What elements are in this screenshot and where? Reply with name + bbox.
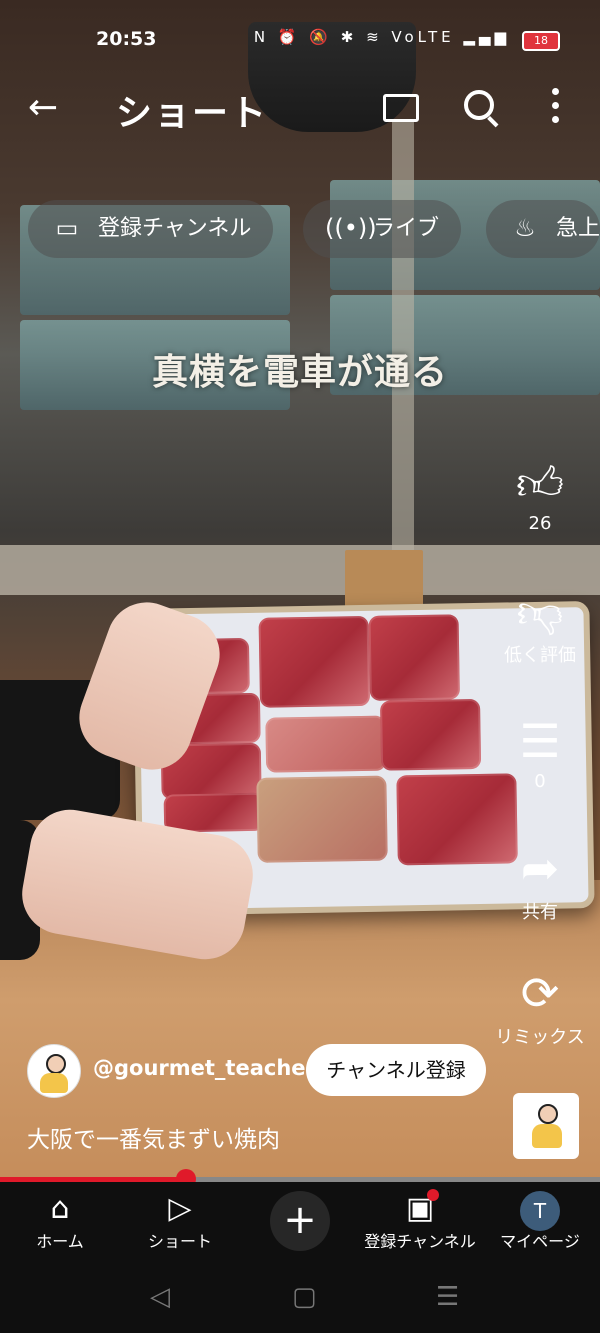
nav-label: マイページ bbox=[500, 1232, 580, 1251]
chip-subscriptions[interactable]: ▭ 登録チャンネル bbox=[28, 200, 274, 258]
channel-avatar[interactable] bbox=[27, 1044, 81, 1098]
thumbs-down-icon: 👎︎ bbox=[516, 584, 564, 638]
dislike-button[interactable]: 👎︎ 低く評価 bbox=[490, 583, 590, 667]
home-icon: ⌂ bbox=[50, 1191, 70, 1226]
comments-button[interactable]: ☰ 0 bbox=[490, 713, 590, 792]
meat-slice bbox=[265, 715, 387, 773]
meat-slice bbox=[379, 698, 482, 771]
subscriptions-icon: ▣ bbox=[405, 1191, 435, 1226]
chip-label: 急上 bbox=[556, 216, 600, 241]
avatar-face bbox=[538, 1104, 558, 1124]
trending-icon: ♨ bbox=[514, 214, 536, 242]
window-frame bbox=[392, 120, 414, 550]
remix-icon: ⟳ bbox=[520, 966, 560, 1020]
back-triangle-icon[interactable]: ◁ bbox=[150, 1282, 170, 1312]
nav-mypage[interactable]: T マイページ bbox=[480, 1190, 600, 1252]
avatar-body bbox=[532, 1124, 562, 1148]
video-title[interactable]: 大阪で一番気まずい焼肉 bbox=[27, 1120, 280, 1154]
chip-label: 登録チャンネル bbox=[98, 216, 252, 241]
like-button[interactable]: 👍︎ 26 bbox=[490, 455, 590, 534]
thumbs-up-icon: 👍︎ bbox=[515, 456, 565, 510]
nav-label: ホーム bbox=[36, 1232, 84, 1251]
avatar-face bbox=[46, 1054, 66, 1074]
chip-trending[interactable]: ♨ 急上 bbox=[486, 200, 600, 258]
meat-slice bbox=[368, 614, 460, 701]
status-time: 20:53 bbox=[96, 28, 157, 50]
cast-icon[interactable] bbox=[383, 94, 419, 122]
bottom-nav: ⌂ ホーム ▷ ショート + ▣ 登録チャンネル T マイページ bbox=[0, 1182, 600, 1262]
sound-thumbnail[interactable] bbox=[513, 1093, 579, 1159]
nav-subscriptions[interactable]: ▣ 登録チャンネル bbox=[360, 1190, 480, 1252]
like-count: 26 bbox=[528, 513, 552, 534]
status-bar: 20:53 N ⏰ 🔕 ✱ ≋ VoLTE ▂▄▆ 18 bbox=[0, 22, 600, 58]
status-icons: N ⏰ 🔕 ✱ ≋ VoLTE ▂▄▆ bbox=[253, 28, 510, 46]
system-navigation: ◁ ▢ ☰ bbox=[0, 1262, 600, 1333]
filter-chips: ▭ 登録チャンネル ((•)) ライブ ♨ 急上 bbox=[28, 200, 600, 258]
live-icon: ((•)) bbox=[325, 214, 377, 242]
plus-icon: + bbox=[283, 1197, 317, 1243]
avatar-body bbox=[40, 1073, 68, 1093]
channel-row: @gourmet_teacher チャンネル登録 bbox=[27, 1044, 587, 1098]
avatar-icon: T bbox=[520, 1191, 560, 1231]
comment-icon: ☰ bbox=[519, 714, 561, 768]
share-icon: ➦ bbox=[520, 841, 560, 895]
recents-menu-icon[interactable]: ☰ bbox=[436, 1282, 459, 1312]
shorts-icon: ▷ bbox=[168, 1191, 192, 1226]
create-plus-button[interactable]: + bbox=[270, 1191, 330, 1251]
chip-label: ライブ bbox=[373, 216, 440, 241]
page-title: ショート bbox=[116, 93, 269, 134]
nav-label: ショート bbox=[147, 1232, 212, 1251]
top-app-bar: ← ショート bbox=[0, 80, 600, 136]
nav-label: 登録チャンネル bbox=[364, 1232, 476, 1251]
more-vert-icon[interactable] bbox=[552, 88, 559, 130]
subscribe-button[interactable]: チャンネル登録 bbox=[306, 1044, 486, 1096]
meat-slice bbox=[258, 615, 371, 708]
home-square-icon[interactable]: ▢ bbox=[292, 1282, 317, 1312]
channel-handle[interactable]: @gourmet_teacher bbox=[93, 1056, 316, 1080]
comment-count: 0 bbox=[534, 771, 546, 792]
arrow-left-icon[interactable]: ← bbox=[28, 88, 58, 128]
remix-button[interactable]: ⟳ リミックス bbox=[490, 965, 590, 1049]
meat-slice bbox=[163, 792, 265, 833]
share-label: 共有 bbox=[522, 902, 558, 923]
search-icon[interactable] bbox=[464, 90, 494, 120]
dislike-label: 低く評価 bbox=[504, 645, 576, 666]
battery-icon: 18 bbox=[522, 31, 560, 51]
video-caption: 真横を電車が通る bbox=[151, 351, 448, 393]
nav-home[interactable]: ⌂ ホーム bbox=[0, 1190, 120, 1252]
chip-live[interactable]: ((•)) ライブ bbox=[303, 200, 462, 258]
meat-slice bbox=[256, 775, 388, 863]
share-button[interactable]: ➦ 共有 bbox=[490, 840, 590, 924]
nav-shorts[interactable]: ▷ ショート bbox=[120, 1190, 240, 1252]
table-sign bbox=[345, 550, 423, 608]
notification-dot bbox=[427, 1189, 439, 1201]
subscriptions-icon: ▭ bbox=[55, 214, 79, 242]
